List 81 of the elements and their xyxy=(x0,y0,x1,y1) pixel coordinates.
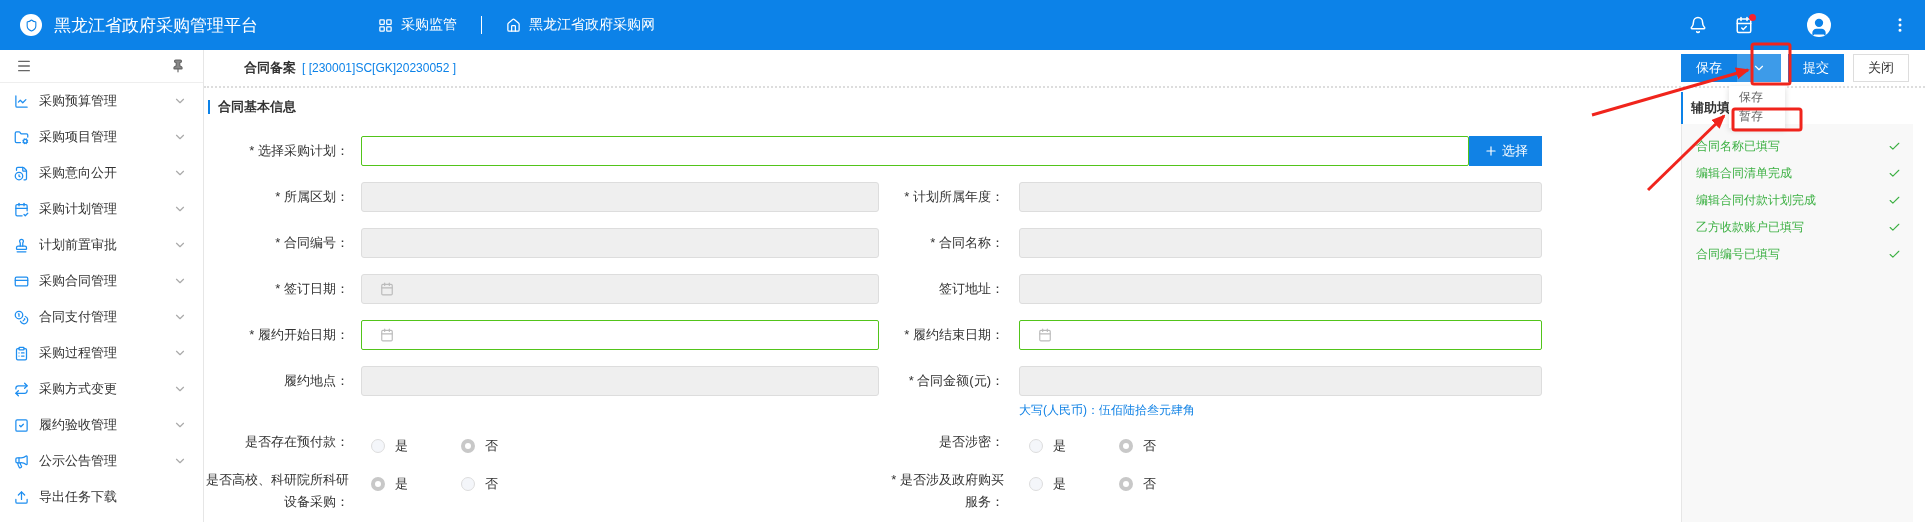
sidebar-item[interactable]: 履约验收管理 xyxy=(0,407,203,443)
radio-option[interactable]: 否 xyxy=(451,475,541,493)
nav-link[interactable]: 黑龙江省政府采购网 xyxy=(482,16,679,34)
field-label: 签订地址： xyxy=(938,280,1005,298)
close-button[interactable]: 关闭 xyxy=(1853,54,1909,82)
save-button[interactable]: 保存 xyxy=(1681,54,1737,82)
radio-option[interactable]: 否 xyxy=(1109,475,1199,493)
menu-item-icon xyxy=(14,417,29,433)
date-field[interactable] xyxy=(361,320,879,350)
radio-option[interactable]: 是 xyxy=(361,437,451,455)
radio-label: 是否涉密： xyxy=(938,433,1005,451)
calendar-icon xyxy=(380,328,394,342)
menu-item-icon xyxy=(14,453,29,469)
radio-option[interactable]: 是 xyxy=(1019,437,1109,455)
field-label: * 履约开始日期： xyxy=(248,326,350,344)
amount-hint: 大写(人民币)：伍佰陆拾叁元肆角 xyxy=(1019,402,1196,419)
sidebar-item[interactable]: 采购过程管理 xyxy=(0,335,203,371)
radio-option[interactable]: 否 xyxy=(1109,437,1199,455)
field-label: 履约地点： xyxy=(283,372,350,390)
menu-item-icon xyxy=(14,201,29,217)
date-field[interactable] xyxy=(1019,320,1542,350)
checklist-item: 合同名称已填写 xyxy=(1696,138,1780,155)
field-label: * 合同编号： xyxy=(274,234,350,252)
checklist-item: 编辑合同付款计划完成 xyxy=(1696,192,1816,209)
checklist-item: 编辑合同清单完成 xyxy=(1696,165,1792,182)
home-icon xyxy=(506,17,521,33)
field-label: * 签订日期： xyxy=(274,280,350,298)
pin-icon[interactable] xyxy=(171,59,185,73)
menu-item-icon xyxy=(14,165,29,181)
menu-item[interactable]: 暂存 xyxy=(1729,107,1785,126)
highlight-frame xyxy=(1731,107,1803,132)
field-label: * 合同金额(元)： xyxy=(907,372,1005,390)
sidebar-item[interactable]: 计划前置审批 xyxy=(0,227,203,263)
radio-label: 是否存在预付款： xyxy=(244,433,350,451)
field-label: * 履约结束日期： xyxy=(903,326,1005,344)
menu-item-icon xyxy=(14,237,29,253)
menu-item-icon xyxy=(14,309,29,325)
radio-option[interactable]: 是 xyxy=(361,475,451,493)
sidebar-item[interactable]: 合同支付管理 xyxy=(0,299,203,335)
field-label: * 选择采购计划： xyxy=(248,142,350,160)
radio-label: * 是否涉及政府购买服务： xyxy=(890,471,1005,511)
checklist-item: 乙方收款账户已填写 xyxy=(1696,219,1804,236)
plus-icon xyxy=(1483,144,1498,158)
logo-icon xyxy=(20,14,42,36)
sidebar-item[interactable]: 采购合同管理 xyxy=(0,263,203,299)
menu-item-icon xyxy=(14,273,29,289)
checklist-item: 合同编号已填写 xyxy=(1696,246,1780,263)
menu-icon[interactable] xyxy=(16,58,32,74)
select-button[interactable]: 选择 xyxy=(1469,136,1542,166)
highlight-frame xyxy=(1750,42,1792,86)
record-code-link[interactable]: [ [230001]SC[GK]20230052 ] xyxy=(302,61,457,75)
sidebar-item[interactable]: 采购预算管理 xyxy=(0,83,203,119)
calendar-icon xyxy=(380,282,394,296)
sidebar-item[interactable]: 采购意向公开 xyxy=(0,155,203,191)
field-label: * 合同名称： xyxy=(929,234,1005,252)
grid-icon xyxy=(378,17,393,33)
radio-option[interactable]: 否 xyxy=(451,437,541,455)
sidebar-item[interactable]: 采购方式变更 xyxy=(0,371,203,407)
app-title: 黑龙江省政府采购管理平台 xyxy=(54,14,259,37)
sidebar-item[interactable]: 采购项目管理 xyxy=(0,119,203,155)
avatar-icon[interactable] xyxy=(1807,13,1831,37)
menu-item-icon xyxy=(14,93,29,109)
menu-item-icon xyxy=(14,345,29,361)
calendar-icon xyxy=(1038,328,1052,342)
calendar-check-icon[interactable] xyxy=(1735,16,1753,34)
radio-option[interactable]: 是 xyxy=(1019,475,1109,493)
submit-button[interactable]: 提交 xyxy=(1788,54,1844,82)
sidebar-item[interactable]: 采购计划管理 xyxy=(0,191,203,227)
field-label: * 所属区划： xyxy=(274,188,350,206)
bell-icon[interactable] xyxy=(1689,16,1707,34)
menu-item-icon xyxy=(14,489,29,505)
field-label: * 计划所属年度： xyxy=(903,188,1005,206)
input-field[interactable] xyxy=(361,136,1469,166)
page-title: 合同备案 xyxy=(244,59,296,77)
section-title: 合同基本信息 xyxy=(208,100,1675,114)
menu-item-icon xyxy=(14,129,29,145)
nav-link[interactable]: 采购监管 xyxy=(354,16,481,34)
sidebar-item[interactable]: 公示公告管理 xyxy=(0,443,203,479)
menu-item-icon xyxy=(14,381,29,397)
sidebar-item[interactable]: 导出任务下载 xyxy=(0,479,203,515)
radio-label: 是否高校、科研院所科研设备采购： xyxy=(205,471,350,511)
